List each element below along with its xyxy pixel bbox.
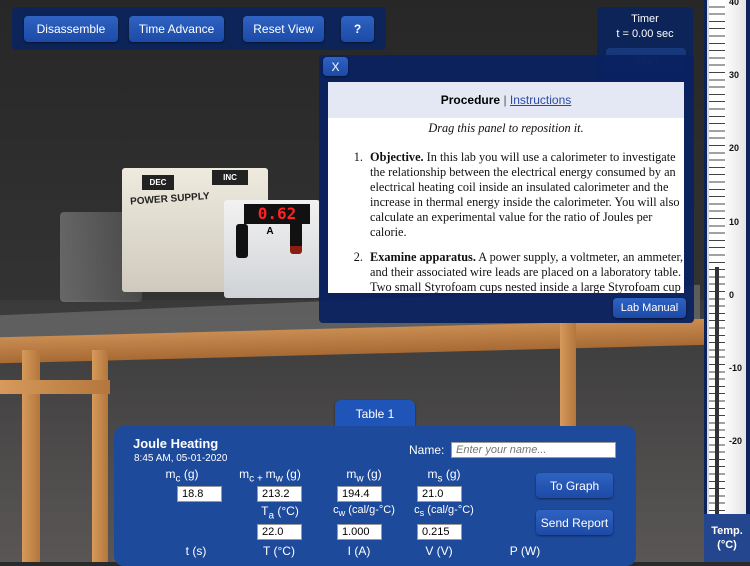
instructions-link[interactable]: Instructions <box>510 93 571 107</box>
procedure-step: Examine apparatus. A power supply, a vol… <box>366 250 684 293</box>
drag-hint: Drag this panel to reposition it. <box>428 121 584 135</box>
thermometer-tick-label: 10 <box>729 216 740 227</box>
ms-label: ms (g) <box>427 467 461 485</box>
column-header-power: P (W) <box>509 544 541 558</box>
timestamp: 8:45 AM, 05-01-2020 <box>134 453 228 464</box>
cs-field[interactable]: 0.215 <box>417 524 462 540</box>
procedure-header: Procedure | Instructions <box>328 82 684 118</box>
dec-button[interactable]: DEC <box>142 175 174 190</box>
ammeter[interactable]: 0.62 A <box>224 200 320 298</box>
ta-field[interactable]: 22.0 <box>257 524 302 540</box>
red-terminal[interactable] <box>290 220 302 254</box>
procedure-steps: Objective. In this lab you will use a ca… <box>328 150 684 293</box>
table-rail <box>0 380 110 394</box>
send-report-button[interactable]: Send Report <box>536 510 613 535</box>
temp-label: Temp. (°C) <box>704 514 750 562</box>
disassemble-button[interactable]: Disassemble <box>24 16 118 42</box>
table-title: Joule Heating <box>133 436 219 451</box>
inc-button[interactable]: INC <box>212 170 248 185</box>
timer-value: t = 0.00 sec <box>616 28 674 40</box>
timer-title: Timer <box>631 13 659 25</box>
time-advance-button[interactable]: Time Advance <box>129 16 224 42</box>
name-input[interactable] <box>451 442 616 458</box>
data-table-panel: Joule Heating 8:45 AM, 05-01-2020 Name: … <box>114 426 636 566</box>
mcw-field[interactable]: 213.2 <box>257 486 302 502</box>
temp-label-line1: Temp. <box>711 525 743 537</box>
temp-label-unit: (°C) <box>717 539 737 551</box>
black-terminal[interactable] <box>236 224 248 258</box>
procedure-step: Objective. In this lab you will use a ca… <box>366 150 684 240</box>
mc-field[interactable]: 18.8 <box>177 486 222 502</box>
lab-manual-button[interactable]: Lab Manual <box>613 298 686 318</box>
ms-field[interactable]: 21.0 <box>417 486 462 502</box>
thermometer-tick-label: 0 <box>729 289 735 300</box>
cs-label: cs (cal/g-°C) <box>414 504 474 519</box>
procedure-content: Procedure | Instructions Drag this panel… <box>328 82 684 293</box>
thermometer-mercury <box>715 266 719 514</box>
thermometer-tick-label: 30 <box>729 70 740 81</box>
tab-table-1[interactable]: Table 1 <box>335 400 415 427</box>
cw-field[interactable]: 1.000 <box>337 524 382 540</box>
to-graph-button[interactable]: To Graph <box>536 473 613 498</box>
ammeter-unit: A <box>266 226 274 237</box>
mcw-label: mc + mw (g) <box>239 467 301 485</box>
thermometer-tick-label: 40 <box>729 0 740 7</box>
step-heading: Examine apparatus. <box>370 250 476 264</box>
thermometer-tick-label: -10 <box>729 363 743 373</box>
procedure-panel[interactable]: X Procedure | Instructions Drag this pan… <box>319 55 694 323</box>
header-separator: | <box>503 93 507 107</box>
procedure-title: Procedure <box>440 93 501 107</box>
reset-view-button[interactable]: Reset View <box>243 16 324 42</box>
column-header-voltage: V (V) <box>425 544 453 558</box>
thermometer-tick-label: 20 <box>729 143 740 154</box>
name-label: Name: <box>409 443 445 457</box>
help-button[interactable]: ? <box>341 16 374 42</box>
mw-field[interactable]: 194.4 <box>337 486 382 502</box>
step-heading: Objective. <box>370 150 424 164</box>
thermometer-tick-label: -20 <box>729 436 743 447</box>
close-procedure-button[interactable]: X <box>323 57 348 76</box>
